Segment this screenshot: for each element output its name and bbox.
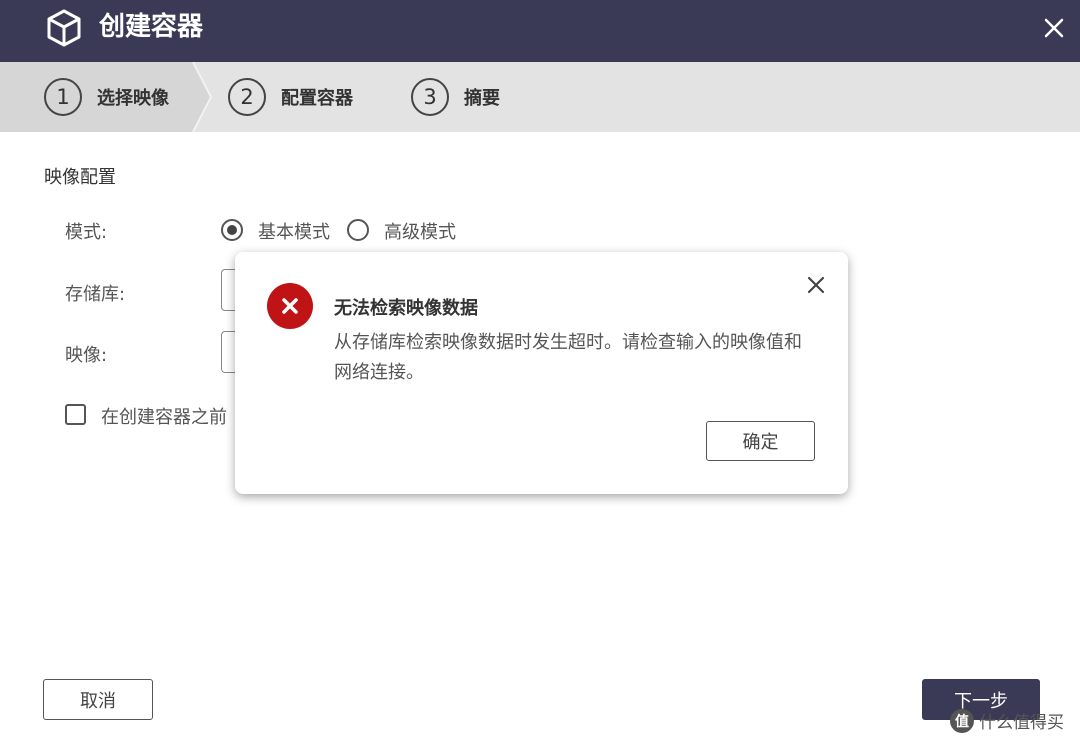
step-number: 3	[411, 78, 449, 116]
dialog-close-icon[interactable]	[807, 276, 825, 294]
error-icon	[267, 283, 313, 329]
step-label: 配置容器	[281, 88, 353, 109]
watermark-text: 什么值得买	[979, 713, 1064, 733]
step-configure-container[interactable]: 2 配置容器	[228, 62, 353, 132]
repository-label: 存储库:	[65, 284, 126, 305]
ok-button[interactable]: 确定	[706, 421, 815, 461]
step-label: 摘要	[464, 88, 500, 109]
cancel-button[interactable]: 取消	[43, 679, 153, 720]
watermark: 值 什么值得买	[950, 708, 1064, 733]
watermark-badge: 值	[950, 708, 974, 733]
radio-advanced-mode[interactable]	[347, 219, 369, 241]
radio-basic-mode-label[interactable]: 基本模式	[258, 218, 330, 244]
section-title: 映像配置	[44, 167, 116, 188]
title-bar: 创建容器	[0, 0, 1080, 62]
dialog-message: 从存储库检索映像数据时发生超时。请检查输入的映像值和网络连接。	[334, 332, 802, 383]
dialog-title: 无法检索映像数据	[334, 298, 478, 319]
step-label: 选择映像	[97, 88, 169, 109]
step-number: 2	[228, 78, 266, 116]
error-dialog: 无法检索映像数据 从存储库检索映像数据时发生超时。请检查输入的映像值和网络连接。…	[235, 252, 848, 494]
wizard-steps: 1 选择映像 2 配置容器 3 摘要	[0, 62, 1080, 132]
step-number: 1	[44, 78, 82, 116]
mode-label: 模式:	[65, 222, 108, 243]
cube-icon	[47, 9, 81, 47]
close-icon[interactable]	[1042, 16, 1066, 40]
radio-advanced-mode-label[interactable]: 高级模式	[384, 218, 456, 244]
step-summary[interactable]: 3 摘要	[411, 62, 500, 132]
pre-create-checkbox-label[interactable]: 在创建容器之前	[101, 403, 227, 429]
pre-create-checkbox[interactable]	[65, 404, 86, 425]
image-label: 映像:	[65, 345, 108, 366]
window-title: 创建容器	[99, 12, 204, 42]
error-x-icon	[282, 298, 298, 314]
radio-basic-mode[interactable]	[221, 219, 243, 241]
step-select-image[interactable]: 1 选择映像	[44, 62, 169, 132]
radio-selected-dot	[227, 225, 237, 235]
